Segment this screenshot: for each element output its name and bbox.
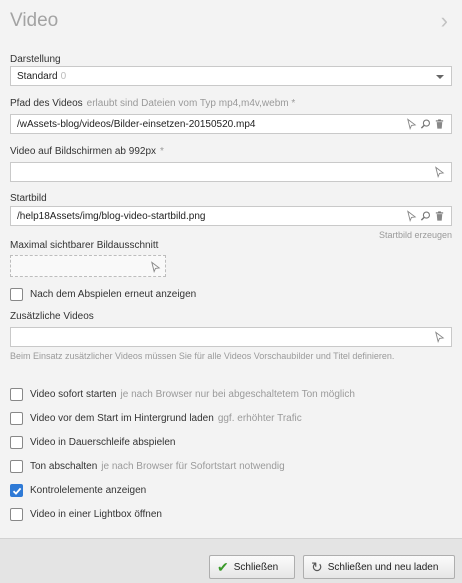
cursor-pointer-icon[interactable] <box>406 118 417 130</box>
startbild-label: Startbild <box>10 193 47 204</box>
startbild-erzeugen-link[interactable]: Startbild erzeugen <box>379 230 452 240</box>
erneut-label: Nach dem Abspielen erneut anzeigen <box>30 289 197 300</box>
pfad-label-text: Pfad des Videos <box>10 98 83 109</box>
pfad-value: /wAssets-blog/videos/Bilder-einsetzen-20… <box>17 119 256 130</box>
option-row-sofort[interactable]: Video sofort starten je nach Browser nur … <box>10 388 355 401</box>
chevron-right-icon[interactable]: › <box>441 8 448 34</box>
option-checkbox-kontrolelemente[interactable] <box>10 484 23 497</box>
chevron-down-icon <box>436 75 444 79</box>
option-label: Video in Dauerschleife abspielen <box>30 437 176 448</box>
cursor-pointer-icon[interactable] <box>434 166 445 178</box>
option-checkbox-ton[interactable] <box>10 460 23 473</box>
close-reload-button-label: Schließen und neu laden <box>327 561 439 573</box>
pfad-input[interactable]: /wAssets-blog/videos/Bilder-einsetzen-20… <box>10 114 452 134</box>
option-label: Kontrolelemente anzeigen <box>30 485 147 496</box>
magnifier-icon[interactable] <box>420 210 431 222</box>
option-row-dauerschleife[interactable]: Video in Dauerschleife abspielen <box>10 436 175 449</box>
option-row-kontrolelemente[interactable]: Kontrolelemente anzeigen <box>10 484 146 497</box>
ausschnitt-picker[interactable] <box>10 255 166 277</box>
trash-icon[interactable] <box>434 118 445 130</box>
magnifier-icon[interactable] <box>420 118 431 130</box>
darstellung-count: 0 <box>60 71 67 82</box>
startbild-value: /help18Assets/img/blog-video-startbild.p… <box>17 211 206 222</box>
option-row-vorladen[interactable]: Video vor dem Start im Hintergrund laden… <box>10 412 302 425</box>
pfad-hint: erlaubt sind Dateien vom Typ mp4,m4v,web… <box>86 98 296 109</box>
close-reload-button[interactable]: ↻ Schließen und neu laden <box>303 555 455 579</box>
video992-hint: * <box>160 146 164 157</box>
darstellung-label: Darstellung <box>10 54 61 65</box>
close-button[interactable]: ✔ Schließen <box>209 555 295 579</box>
pfad-label: Pfad des Videos erlaubt sind Dateien vom … <box>10 98 295 109</box>
cursor-pointer-icon[interactable] <box>406 210 417 222</box>
option-hint: ggf. erhöhter Trafic <box>217 413 302 424</box>
option-label: Video in einer Lightbox öffnen <box>30 509 162 520</box>
zusaetzlich-label: Zusätzliche Videos <box>10 311 94 322</box>
reload-icon: ↻ <box>311 559 323 575</box>
option-label: Ton abschalten <box>30 461 98 472</box>
video992-label-text: Video auf Bildschirmen ab 992px <box>10 146 157 157</box>
option-row-lightbox[interactable]: Video in einer Lightbox öffnen <box>10 508 162 521</box>
video992-label: Video auf Bildschirmen ab 992px * <box>10 146 164 157</box>
option-label: Video sofort starten <box>30 389 117 400</box>
close-button-label: Schließen <box>233 561 279 573</box>
checkmark-icon: ✔ <box>217 559 229 575</box>
option-hint: je nach Browser für Sofortstart notwendi… <box>101 461 285 472</box>
darstellung-value: Standard <box>17 71 58 82</box>
option-checkbox-dauerschleife[interactable] <box>10 436 23 449</box>
video-settings-panel: Video › Darstellung Standard 0 Pfad des V… <box>0 0 462 583</box>
panel-title: Video <box>10 10 59 31</box>
zusaetzlich-note: Beim Einsatz zusätzlicher Videos müssen … <box>10 351 395 361</box>
startbild-input[interactable]: /help18Assets/img/blog-video-startbild.p… <box>10 206 452 226</box>
trash-icon[interactable] <box>434 210 445 222</box>
zusaetzlich-input[interactable] <box>10 327 452 347</box>
option-checkbox-sofort[interactable] <box>10 388 23 401</box>
option-row-ton[interactable]: Ton abschalten je nach Browser für Sofort… <box>10 460 285 473</box>
option-checkbox-lightbox[interactable] <box>10 508 23 521</box>
ausschnitt-label: Maximal sichtbarer Bildausschnitt <box>10 240 159 251</box>
darstellung-select[interactable]: Standard 0 <box>10 66 452 86</box>
erneut-checkbox-row[interactable]: Nach dem Abspielen erneut anzeigen <box>10 288 196 301</box>
cursor-pointer-icon[interactable] <box>434 331 445 343</box>
erneut-checkbox[interactable] <box>10 288 23 301</box>
video992-input[interactable] <box>10 162 452 182</box>
cursor-pointer-icon <box>151 261 161 273</box>
option-checkbox-vorladen[interactable] <box>10 412 23 425</box>
option-label: Video vor dem Start im Hintergrund laden <box>30 413 214 424</box>
checkmark-icon <box>12 487 21 495</box>
option-hint: je nach Browser nur bei abgeschaltetem T… <box>120 389 355 400</box>
